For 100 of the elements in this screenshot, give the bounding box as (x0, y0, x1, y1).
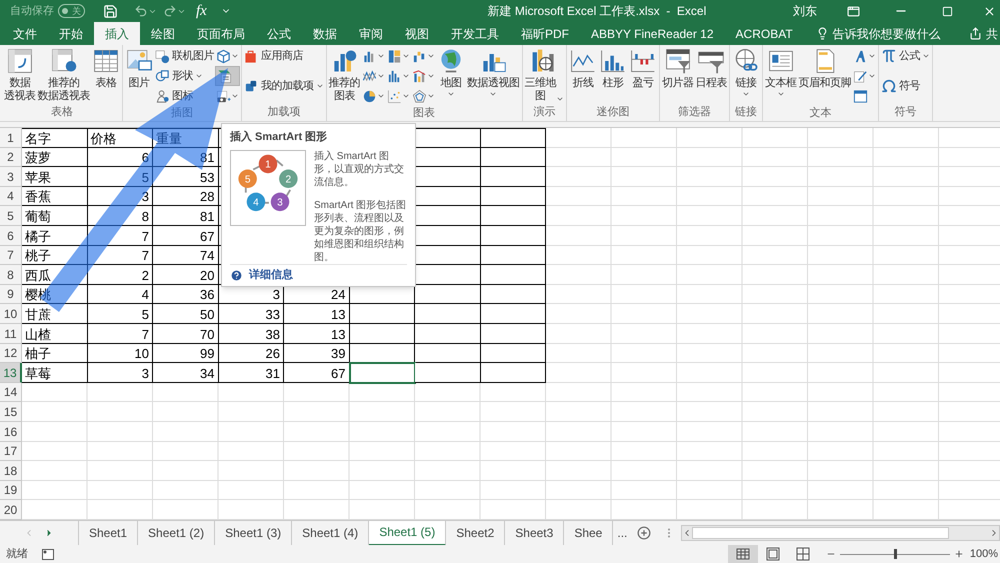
more-sheets[interactable]: ... (613, 524, 632, 542)
user-name[interactable]: 刘东 (793, 2, 817, 20)
maximize-icon[interactable] (942, 6, 953, 16)
ribbon-button[interactable]: 推荐的 数据透视表 (36, 45, 91, 103)
horizontal-scrollbar[interactable] (681, 525, 1000, 541)
autosave-label: 自动保存 (10, 4, 54, 19)
group-label: 表格 (50, 105, 74, 120)
ribbon-button[interactable]: 柱形 (598, 45, 628, 90)
more-info-link[interactable]: 详细信息 (230, 267, 293, 284)
ribbon-button[interactable]: 联机图片 (154, 46, 215, 66)
ribbon-button[interactable]: 页眉和页脚 (798, 45, 852, 90)
ribbon-button[interactable]: 文本框 (764, 45, 798, 98)
ribbon-tab[interactable]: 插入 (94, 22, 140, 45)
table-cell (480, 206, 546, 226)
ribbon-button[interactable]: 应用商店 (243, 46, 324, 66)
zoom-slider-thumb[interactable] (894, 549, 897, 559)
table-cell: 36 (153, 284, 218, 304)
row-number[interactable]: 20 (0, 500, 22, 520)
ribbon-button[interactable]: 三维地 图 (524, 45, 565, 103)
ribbon-tab[interactable]: 页面布局 (186, 22, 256, 45)
ribbon-tab[interactable]: 视图 (394, 22, 440, 45)
lightbulb-icon (816, 27, 829, 40)
ribbon-button[interactable]: 推荐的 图表 (328, 45, 361, 103)
undo-icon[interactable] (134, 4, 148, 18)
ribbon-tab[interactable]: 数据 (302, 22, 348, 45)
ribbon-tab[interactable]: 开始 (48, 22, 94, 45)
row-number[interactable]: 14 (0, 382, 22, 402)
ribbon-icon-button[interactable] (215, 66, 240, 86)
ribbon-button[interactable]: 地图 (436, 45, 466, 98)
ribbon-button[interactable]: 切片器 (661, 45, 694, 90)
zoom-in-icon[interactable] (954, 549, 964, 559)
row-number[interactable]: 5 (0, 206, 22, 226)
table-cell: 50 (153, 304, 218, 324)
ribbon-tab[interactable]: ABBYY FineReader 12 (580, 22, 725, 45)
ribbon-button[interactable]: 盈亏 (628, 45, 658, 90)
insert-function-button[interactable]: fx (196, 0, 207, 22)
row-number[interactable]: 16 (0, 422, 22, 442)
row-number[interactable]: 17 (0, 442, 22, 462)
table-cell: 5 (88, 304, 153, 324)
cube-icon (216, 48, 231, 64)
add-sheet-icon[interactable] (637, 526, 652, 540)
ribbon-display-icon[interactable] (847, 4, 860, 18)
ribbon-button[interactable]: 形状 (154, 66, 215, 86)
row-number[interactable]: 18 (0, 461, 22, 481)
macro-record-icon[interactable] (42, 548, 54, 560)
sheet-tab[interactable]: Sheet1 (5) (369, 520, 446, 546)
table-cell (480, 363, 546, 383)
share-button[interactable]: 共 (969, 22, 1000, 45)
row-number[interactable]: 19 (0, 480, 22, 500)
group-label: 筛选器 (677, 105, 712, 120)
redo-icon[interactable] (163, 4, 177, 18)
tell-me-field[interactable]: 告诉我你想要做什么 (816, 22, 941, 45)
omega-icon (881, 78, 897, 94)
ribbon-tab[interactable]: 文件 (2, 22, 48, 45)
table-cell (480, 265, 546, 285)
row-number[interactable]: 11 (0, 324, 22, 344)
normal-view-icon[interactable] (728, 545, 758, 563)
ribbon-button[interactable]: 我的加载项 (243, 76, 324, 96)
save-icon[interactable] (103, 4, 118, 18)
table-cell (480, 167, 546, 187)
table-cell: 31 (218, 363, 284, 383)
ribbon-tab[interactable]: 开发工具 (440, 22, 510, 45)
ribbon-button[interactable]: 表格 (91, 45, 121, 90)
zoom-slider[interactable] (840, 549, 950, 559)
ribbon-tab[interactable]: 审阅 (348, 22, 394, 45)
row-number[interactable]: 10 (0, 304, 22, 324)
screenshot-icon (216, 88, 231, 104)
row-number[interactable]: 12 (0, 344, 22, 364)
row-number[interactable]: 7 (0, 246, 22, 266)
ribbon-tab[interactable]: 绘图 (140, 22, 186, 45)
row-number[interactable]: 9 (0, 284, 22, 304)
row-number[interactable]: 8 (0, 265, 22, 285)
object-window-icon (853, 88, 868, 104)
ribbon-button[interactable]: 数据透视图 (466, 45, 520, 98)
row-number[interactable]: 6 (0, 226, 22, 246)
table-cell: 5 (88, 167, 153, 187)
table-cell: 山楂 (22, 324, 88, 344)
ribbon-tab[interactable]: 福昕PDF (510, 22, 580, 45)
table-cell: 香蕉 (22, 186, 88, 206)
row-number[interactable]: 1 (0, 128, 22, 148)
group-label: 图表 (412, 106, 436, 121)
table-cell: 67 (284, 363, 350, 383)
row-number[interactable]: 3 (0, 167, 22, 187)
selected-cell[interactable] (350, 363, 415, 383)
ribbon-button[interactable]: 折线 (568, 45, 598, 90)
ribbon-tab[interactable]: 公式 (256, 22, 302, 45)
row-number[interactable]: 15 (0, 402, 22, 422)
zoom-reading[interactable]: 100% (970, 546, 998, 562)
ribbon-button[interactable]: 图片 (124, 45, 154, 90)
close-icon[interactable] (983, 4, 996, 18)
row-number[interactable]: 2 (0, 148, 22, 168)
ribbon-button[interactable]: 链接 (731, 45, 761, 98)
ribbon-button[interactable]: 公式 (880, 46, 931, 66)
row-number[interactable]: 13 (0, 363, 22, 383)
ribbon-button[interactable]: 符号 (880, 76, 931, 96)
tooltip-text: SmartArt 图形包括图形列表、流程图以及更为复杂的图形，例如维恩图和组织结构图。 (314, 198, 407, 264)
ribbon-tab[interactable]: ACROBAT (724, 22, 804, 45)
row-number[interactable]: 4 (0, 186, 22, 206)
ribbon-button[interactable]: 数据 透视表 (3, 45, 36, 103)
ribbon-button[interactable]: 日程表 (694, 45, 728, 90)
